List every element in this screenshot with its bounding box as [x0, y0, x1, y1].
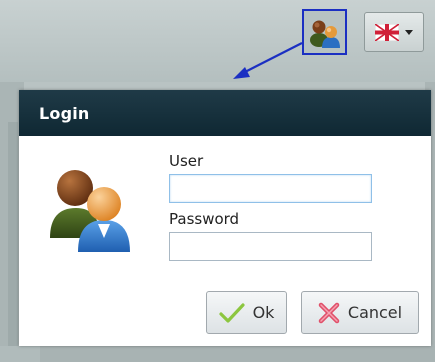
ok-button[interactable]: Ok — [206, 291, 287, 334]
user-label: User — [169, 152, 204, 170]
user-input[interactable] — [169, 174, 372, 203]
users-icon — [50, 170, 130, 252]
uk-flag-icon — [375, 23, 399, 41]
dialog-titlebar: Login — [19, 90, 431, 136]
users-icon — [309, 20, 340, 48]
password-input[interactable] — [169, 232, 372, 261]
cancel-label: Cancel — [347, 303, 403, 322]
ok-label: Ok — [252, 303, 275, 322]
login-dialog: Login User Password Ok Cancel — [19, 90, 431, 346]
chevron-down-icon — [405, 29, 413, 35]
password-label: Password — [169, 210, 240, 228]
cancel-button[interactable]: Cancel — [301, 291, 419, 334]
close-icon — [318, 302, 340, 323]
user-account-button[interactable] — [302, 9, 347, 55]
bottom-background-panel — [0, 346, 435, 362]
check-icon — [218, 302, 245, 323]
language-select[interactable] — [364, 12, 424, 52]
dialog-title: Login — [39, 103, 90, 123]
